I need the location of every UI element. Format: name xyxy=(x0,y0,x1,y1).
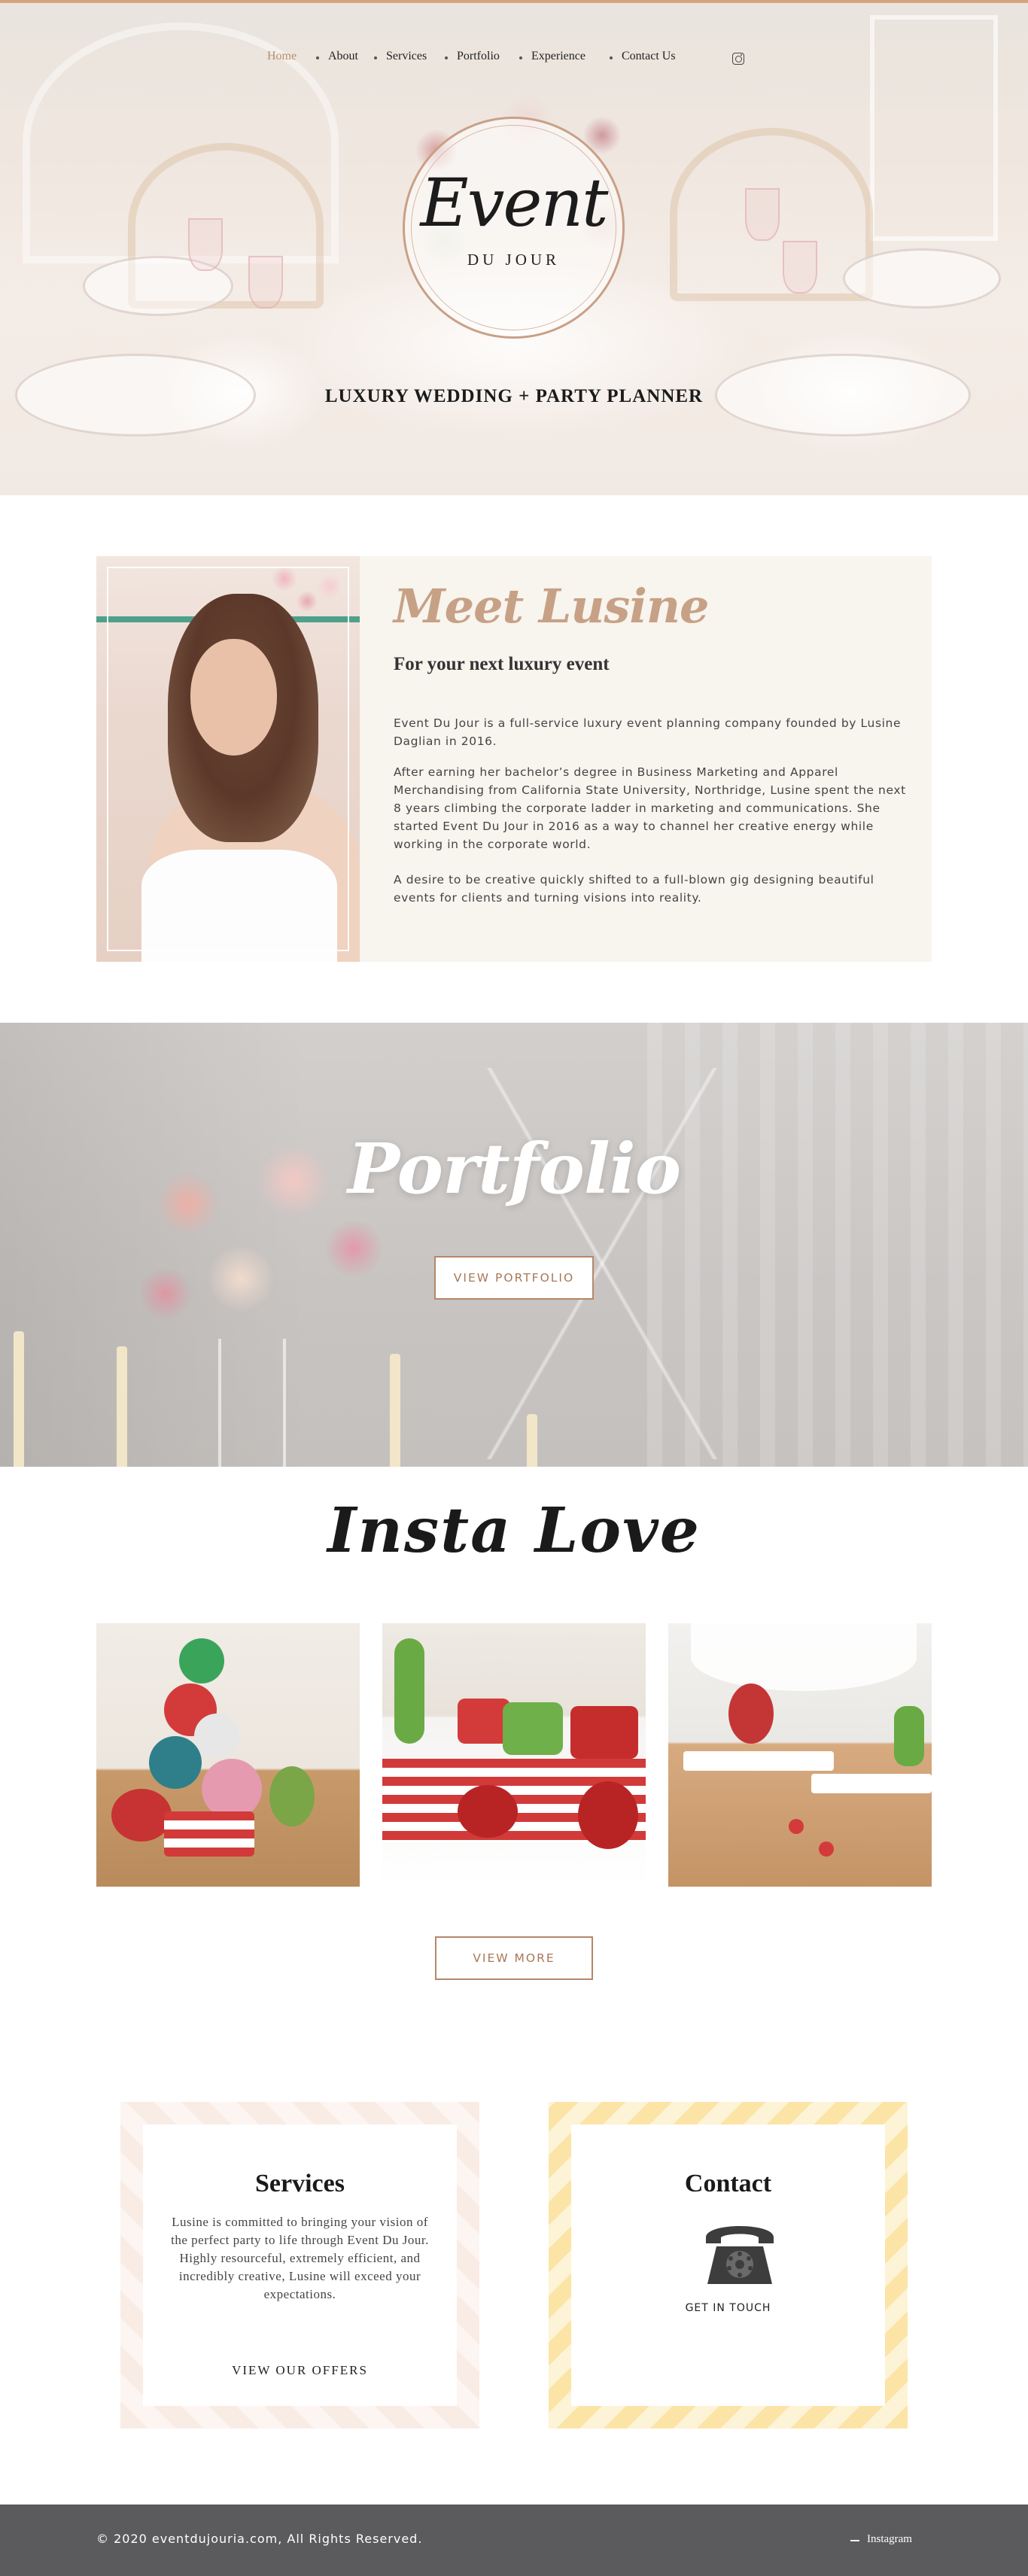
about-paragraph: Event Du Jour is a full-service luxury e… xyxy=(394,716,902,748)
telephone-icon xyxy=(706,2226,774,2284)
post-gift-bags xyxy=(164,1811,254,1857)
instagram-post[interactable] xyxy=(96,1623,360,1887)
about-paragraph: After earning her bachelor’s degree in B… xyxy=(394,765,906,851)
portfolio-background-candle xyxy=(14,1331,24,1467)
post-balloon xyxy=(194,1714,239,1759)
about-section: Meet Lusine For your next luxury event E… xyxy=(96,556,932,962)
nav-separator xyxy=(610,56,613,59)
hero-background-glass xyxy=(745,188,780,241)
contact-card-title: Contact xyxy=(684,2170,772,2197)
about-title: Meet Lusine xyxy=(394,579,709,634)
lusine-portrait-photo xyxy=(96,556,360,962)
nav-item-home[interactable]: Home xyxy=(267,50,297,63)
post-kids-table xyxy=(683,1751,834,1771)
nav-separator xyxy=(316,56,319,59)
post-peppermint-decal xyxy=(819,1842,834,1857)
nav-separator xyxy=(445,56,448,59)
post-santa-hat xyxy=(458,1785,518,1838)
logo-script-text: Event xyxy=(420,164,608,242)
footer-dash xyxy=(850,2540,859,2541)
hero-background-glass xyxy=(248,256,283,309)
post-grinch-figure xyxy=(269,1766,315,1826)
post-tree-decor xyxy=(394,1638,424,1744)
nav-separator xyxy=(519,56,522,59)
hero-background-panel xyxy=(870,15,998,241)
hero-section: Home About Services Portfolio Experience… xyxy=(0,0,1028,495)
site-footer: © 2020 eventdujouria.com, All Rights Res… xyxy=(0,2505,1028,2576)
portfolio-background-vase xyxy=(218,1339,286,1467)
post-balloon xyxy=(179,1638,224,1683)
services-card-title: Services xyxy=(255,2170,345,2197)
logo-subtext: DU JOUR xyxy=(467,251,561,269)
post-snowflake-ceiling xyxy=(691,1623,917,1691)
footer-instagram-link[interactable]: Instagram xyxy=(867,2533,912,2546)
nav-item-portfolio[interactable]: Portfolio xyxy=(457,50,500,63)
about-subtitle: For your next luxury event xyxy=(394,654,610,674)
insta-love-title: Insta Love xyxy=(327,1495,701,1567)
get-in-touch-link[interactable]: GET IN TOUCH xyxy=(571,2302,885,2314)
hero-tagline: LUXURY WEDDING + PARTY PLANNER xyxy=(324,386,704,406)
post-balloon xyxy=(149,1736,202,1789)
nav-item-contact[interactable]: Contact Us xyxy=(622,50,676,63)
nav-separator xyxy=(374,56,377,59)
instagram-post[interactable] xyxy=(382,1623,646,1887)
portfolio-background-candle xyxy=(117,1346,127,1467)
about-paragraph: A desire to be creative quickly shifted … xyxy=(394,873,874,905)
contact-card: Contact GET IN TOUCH xyxy=(549,2102,908,2428)
services-card-inner: Services Lusine is committed to bringing… xyxy=(143,2124,457,2406)
portfolio-title: Portfolio xyxy=(347,1128,681,1209)
view-more-button[interactable]: VIEW MORE xyxy=(435,1936,593,1980)
nav-item-about[interactable]: About xyxy=(328,50,358,63)
view-our-offers-link[interactable]: VIEW OUR OFFERS xyxy=(143,2363,457,2378)
post-peppermint-decal xyxy=(789,1819,804,1834)
services-card-text: Lusine is committed to bringing your vis… xyxy=(171,2215,429,2301)
post-kids-table xyxy=(811,1774,932,1793)
site-logo[interactable]: Event DU JOUR xyxy=(403,117,625,339)
view-portfolio-button[interactable]: VIEW PORTFOLIO xyxy=(434,1256,594,1300)
nav-item-experience[interactable]: Experience xyxy=(531,50,585,63)
post-grinch-plush xyxy=(503,1702,563,1755)
post-merry-pillow xyxy=(570,1706,638,1759)
services-card: Services Lusine is committed to bringing… xyxy=(120,2102,479,2428)
hero-background-plate xyxy=(843,248,1001,309)
instagram-icon[interactable] xyxy=(732,53,744,65)
post-santa-hat xyxy=(578,1781,638,1849)
instagram-post[interactable] xyxy=(668,1623,932,1887)
hero-background-glass xyxy=(188,218,223,271)
post-decoration xyxy=(111,1789,172,1842)
nav-item-services[interactable]: Services xyxy=(386,50,427,63)
photo-frame xyxy=(107,567,349,951)
portfolio-banner: Portfolio VIEW PORTFOLIO xyxy=(0,1023,1028,1467)
portfolio-background-candle xyxy=(390,1354,400,1467)
post-balloon xyxy=(202,1759,262,1819)
contact-card-inner: Contact GET IN TOUCH xyxy=(571,2124,885,2406)
hero-background-glass xyxy=(783,241,817,293)
main-nav: Home About Services Portfolio Experience… xyxy=(0,50,1028,68)
post-tree-decor xyxy=(894,1706,924,1766)
post-balloon-tree xyxy=(728,1683,774,1744)
top-accent-line xyxy=(0,0,1028,3)
portfolio-background-candle xyxy=(527,1414,537,1467)
footer-copyright: © 2020 eventdujouria.com, All Rights Res… xyxy=(96,2532,423,2546)
